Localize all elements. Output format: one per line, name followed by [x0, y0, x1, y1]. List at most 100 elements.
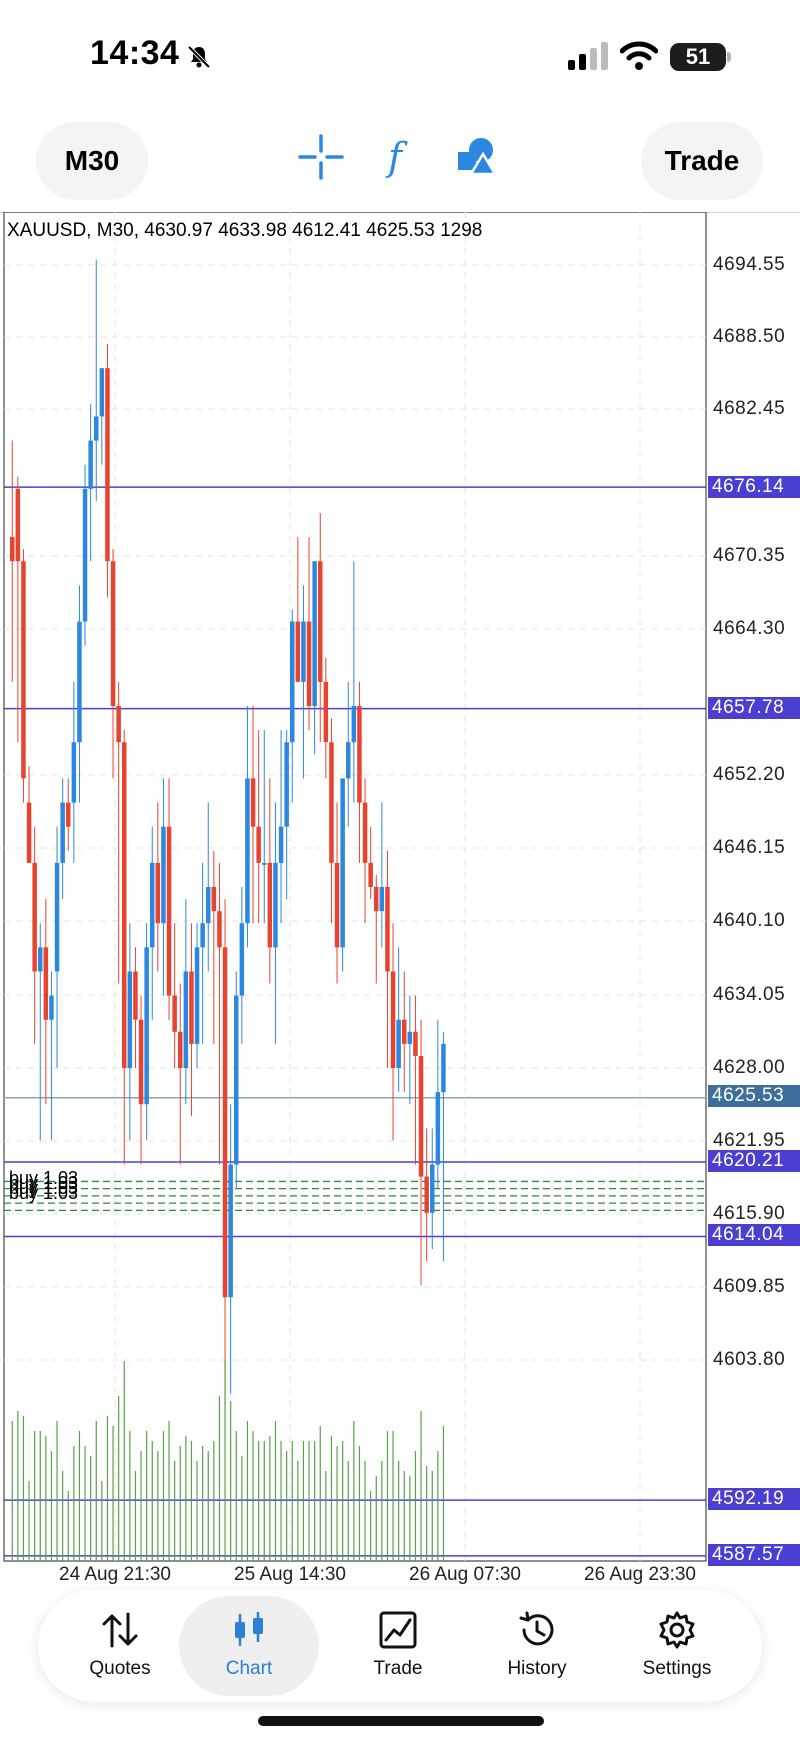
candle-body	[32, 862, 37, 972]
price-scale-label: 4646.15	[713, 837, 786, 858]
candle-body	[144, 947, 149, 1105]
candle-body	[21, 561, 26, 779]
candle-body	[183, 971, 189, 1068]
candle-body	[15, 488, 21, 562]
candle-body	[267, 862, 273, 948]
candle-body	[54, 862, 60, 972]
cellular-signal-icon	[568, 42, 608, 70]
candle-body	[346, 742, 351, 779]
candle-body	[82, 488, 88, 622]
candle-body	[390, 971, 396, 1068]
battery-tip	[727, 52, 731, 62]
chart-canvas[interactable]	[0, 212, 800, 1565]
time-axis-label: 26 Aug 07:30	[409, 1564, 521, 1585]
tab-label: Chart	[225, 1658, 273, 1679]
candle-body	[161, 826, 166, 924]
candle-body	[222, 947, 228, 1298]
candle-body	[379, 887, 385, 912]
price-scale-label: 4694.55	[713, 254, 786, 275]
svg-text:f: f	[385, 135, 408, 179]
timeframe-button[interactable]: M30	[36, 122, 148, 200]
candle-body	[441, 1043, 446, 1093]
candle-body	[413, 1031, 418, 1056]
candle-body	[211, 887, 217, 912]
candle-body	[99, 368, 105, 417]
candle-body	[172, 995, 177, 1032]
candle-body	[374, 887, 379, 912]
price-scale-label: 4609.85	[713, 1276, 786, 1297]
price-scale-label: 4628.00	[713, 1057, 786, 1078]
price-scale-label: 4621.95	[713, 1130, 786, 1151]
shapes-icon[interactable]	[456, 134, 498, 180]
settings-icon	[659, 1611, 695, 1649]
crosshair-icon[interactable]	[298, 134, 344, 180]
candle-body	[116, 706, 121, 743]
candle-body	[245, 778, 250, 924]
trade-button[interactable]: Trade	[641, 122, 763, 200]
candle-body	[178, 1031, 183, 1068]
candle-body	[66, 802, 71, 827]
candle-body	[334, 862, 340, 948]
chart-toolbar: M30 f Trade	[0, 112, 800, 213]
tab-chart[interactable]: Chart	[179, 1596, 319, 1696]
status-bar: 14:34 51	[0, 0, 800, 110]
candle-body	[357, 706, 362, 803]
function-icon[interactable]: f	[380, 134, 420, 180]
candle-body	[318, 561, 323, 682]
candle-body	[127, 971, 133, 1068]
candle-body	[239, 923, 245, 996]
level-price-tag: 4620.21	[708, 1150, 800, 1172]
tab-quotes[interactable]: Quotes	[50, 1596, 190, 1696]
candle-body	[435, 1092, 441, 1165]
level-price-tag: 4587.57	[708, 1544, 800, 1566]
candle-body	[418, 1055, 424, 1177]
tab-trade[interactable]: Trade	[328, 1596, 468, 1696]
candle-body	[396, 1019, 401, 1068]
tab-label: History	[507, 1658, 567, 1679]
candle-body	[228, 1164, 233, 1298]
symbol-info: XAUUSD, M30, 4630.97 4633.98 4612.41 462…	[7, 220, 483, 241]
candle-body	[38, 947, 43, 972]
price-scale-label: 4682.45	[713, 398, 786, 419]
candle-body	[105, 368, 110, 562]
tab-settings[interactable]: Settings	[607, 1596, 747, 1696]
candle-body	[323, 681, 329, 743]
candle-body	[301, 621, 306, 682]
price-chart[interactable]: XAUUSD, M30, 4630.97 4633.98 4612.41 462…	[0, 212, 800, 1585]
candle-body	[351, 706, 357, 743]
candle-body	[88, 440, 93, 489]
candle-body	[206, 887, 211, 924]
candle-body	[424, 1176, 429, 1213]
candle-body	[155, 862, 161, 924]
home-indicator	[258, 1716, 544, 1726]
time-axis-label: 25 Aug 14:30	[234, 1564, 346, 1585]
time-axis-label: 26 Aug 23:30	[584, 1564, 696, 1585]
candle-body	[273, 862, 278, 948]
price-scale-label: 4615.90	[713, 1203, 786, 1224]
tab-history[interactable]: History	[467, 1596, 607, 1696]
time-axis-label: 24 Aug 21:30	[59, 1564, 171, 1585]
candle-body	[71, 742, 77, 803]
price-scale-label: 4603.80	[713, 1349, 786, 1370]
candle-body	[407, 1031, 413, 1044]
candle-body	[10, 537, 15, 562]
candle-body	[362, 802, 368, 863]
price-scale-label: 4640.10	[713, 910, 786, 931]
candle-body	[43, 947, 49, 1020]
quotes-icon	[102, 1612, 138, 1648]
candle-body	[306, 621, 312, 707]
candle-body	[284, 742, 289, 827]
price-scale-label: 4652.20	[713, 764, 786, 785]
candle-body	[194, 947, 200, 1044]
level-price-tag: 4614.04	[708, 1224, 800, 1246]
candle-body	[217, 911, 222, 948]
level-price-tag: 4676.14	[708, 476, 800, 498]
candle-body	[402, 1019, 407, 1044]
candle-body	[262, 862, 267, 865]
candle-body	[385, 887, 390, 972]
current-price-tag: 4625.53	[708, 1085, 800, 1107]
trade-icon	[379, 1611, 417, 1649]
clock: 14:34	[90, 34, 180, 72]
price-scale-label: 4664.30	[713, 618, 786, 639]
candle-body	[256, 826, 261, 863]
